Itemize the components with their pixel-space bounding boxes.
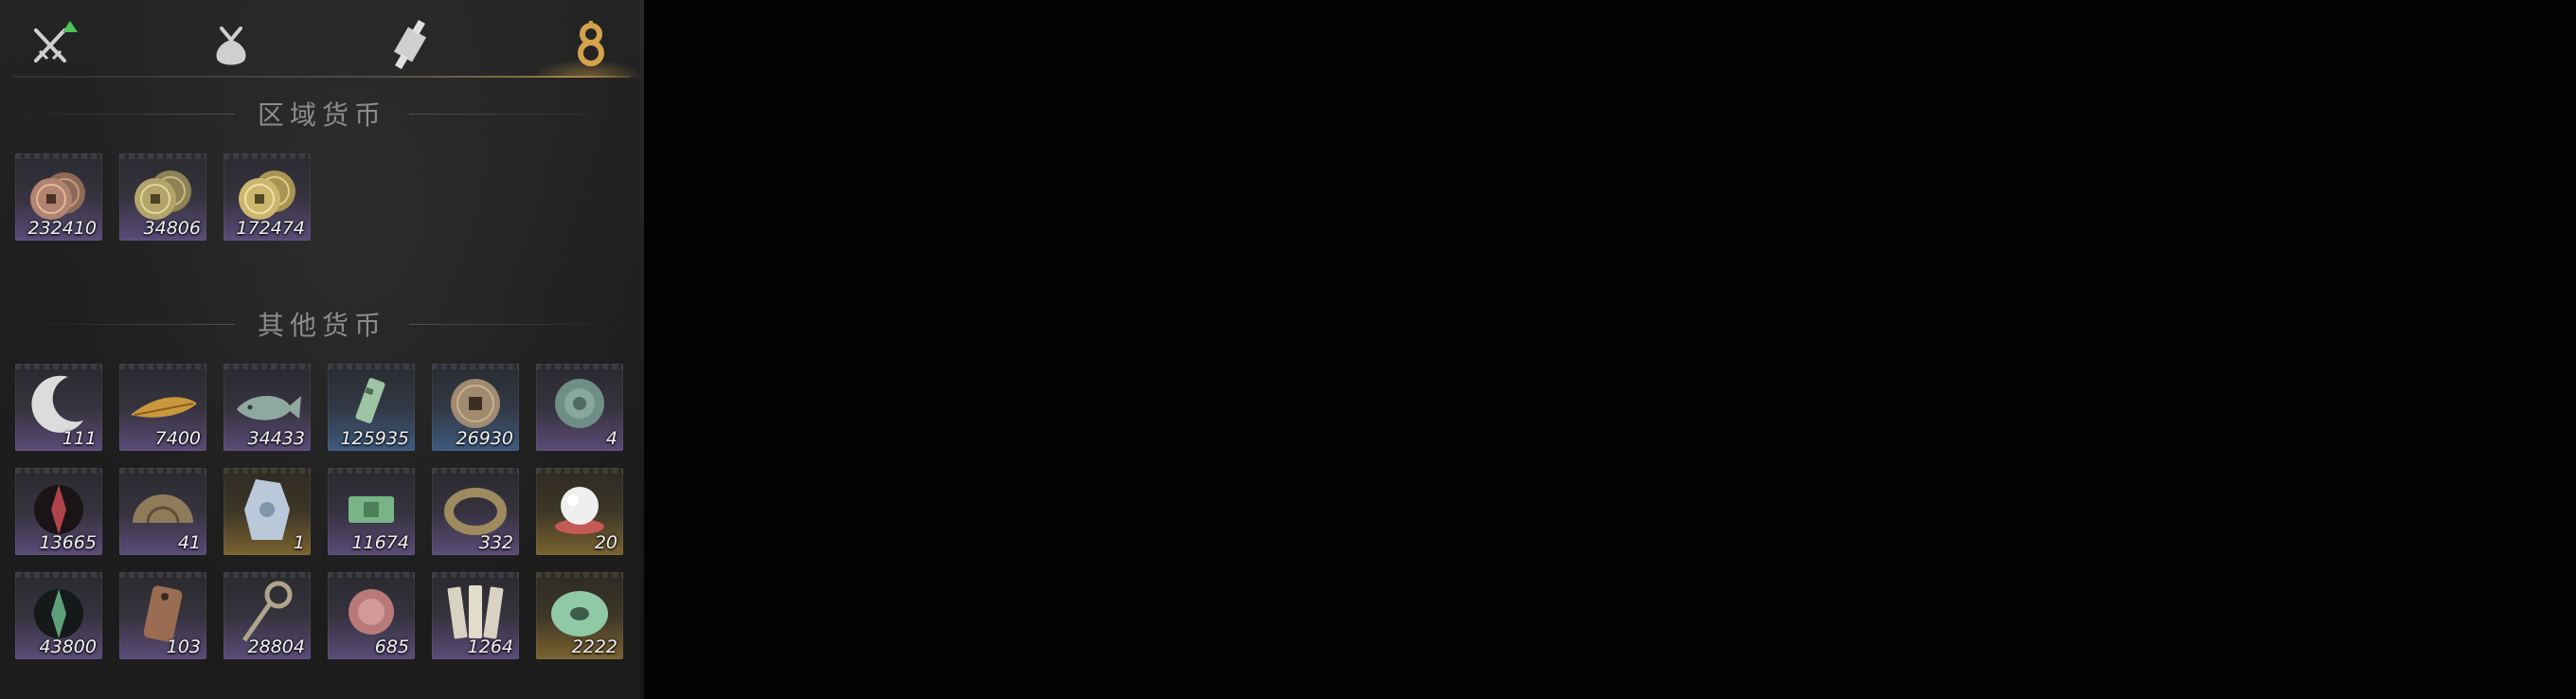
item-count: 111	[62, 428, 97, 449]
item-count: 13665	[39, 532, 97, 553]
currency-slot[interactable]: 103	[119, 572, 206, 659]
currency-slot[interactable]: 1	[224, 468, 311, 555]
scroll-icon	[393, 19, 427, 70]
section-header-regional: 区域货币	[0, 95, 644, 133]
currency-slot[interactable]: 34806	[119, 153, 206, 241]
currency-panel: 区域货币 232410 34806 172474 其他货币 111 7400 3…	[0, 0, 644, 699]
item-count: 172474	[236, 218, 305, 239]
currency-slot[interactable]: 20	[536, 468, 623, 555]
item-count: 11674	[351, 532, 409, 553]
pouch-icon	[216, 27, 246, 65]
item-count: 28804	[247, 636, 305, 657]
item-count: 34433	[247, 428, 305, 449]
section-header-other: 其他货币	[0, 305, 644, 343]
tab-scrolls[interactable]	[383, 13, 443, 74]
currency-slot[interactable]: 7400	[119, 364, 206, 451]
item-count: 1	[293, 532, 305, 553]
currency-slot[interactable]: 2222	[536, 572, 623, 659]
item-count: 26930	[456, 428, 513, 449]
currency-slot[interactable]: 332	[432, 468, 519, 555]
currency-slot[interactable]: 43800	[15, 572, 102, 659]
item-count: 43800	[39, 636, 97, 657]
currency-slot[interactable]: 4	[536, 364, 623, 451]
item-count: 7400	[154, 428, 201, 449]
currency-slot[interactable]: 11674	[328, 468, 415, 555]
currency-slot[interactable]: 125935	[328, 364, 415, 451]
currency-slot[interactable]: 34433	[224, 364, 311, 451]
currency-slot[interactable]: 41	[119, 468, 206, 555]
currency-slot[interactable]: 1264	[432, 572, 519, 659]
currency-slot[interactable]: 232410	[15, 153, 102, 241]
currency-slot[interactable]: 28804	[224, 572, 311, 659]
category-tab-bar	[0, 0, 644, 80]
item-count: 125935	[340, 428, 409, 449]
tab-divider	[13, 76, 631, 78]
item-count: 232410	[27, 218, 97, 239]
item-count: 4	[605, 428, 617, 449]
crossed-swords-icon	[34, 21, 78, 63]
item-count: 34806	[143, 218, 201, 239]
item-count: 1264	[467, 636, 513, 657]
item-count: 103	[166, 636, 201, 657]
currency-slot[interactable]: 111	[15, 364, 102, 451]
tab-bag[interactable]	[201, 13, 261, 74]
section-rule-right	[409, 323, 627, 325]
currency-slot[interactable]: 685	[328, 572, 415, 659]
tab-weapons[interactable]	[23, 13, 83, 74]
section-rule-right	[409, 113, 627, 115]
currency-slot[interactable]: 172474	[224, 153, 311, 241]
item-count: 41	[177, 532, 201, 553]
item-count: 332	[478, 532, 513, 553]
section-title: 其他货币	[257, 310, 386, 341]
section-rule-left	[16, 113, 235, 115]
active-tab-glow	[530, 59, 644, 78]
item-count: 2222	[571, 636, 617, 657]
currency-slot[interactable]: 26930	[432, 364, 519, 451]
upgrade-arrow-icon	[63, 21, 78, 32]
item-count: 20	[594, 532, 617, 553]
currency-slot[interactable]: 13665	[15, 468, 102, 555]
section-rule-left	[16, 323, 235, 325]
section-title: 区域货币	[257, 99, 386, 131]
item-count: 685	[374, 636, 409, 657]
